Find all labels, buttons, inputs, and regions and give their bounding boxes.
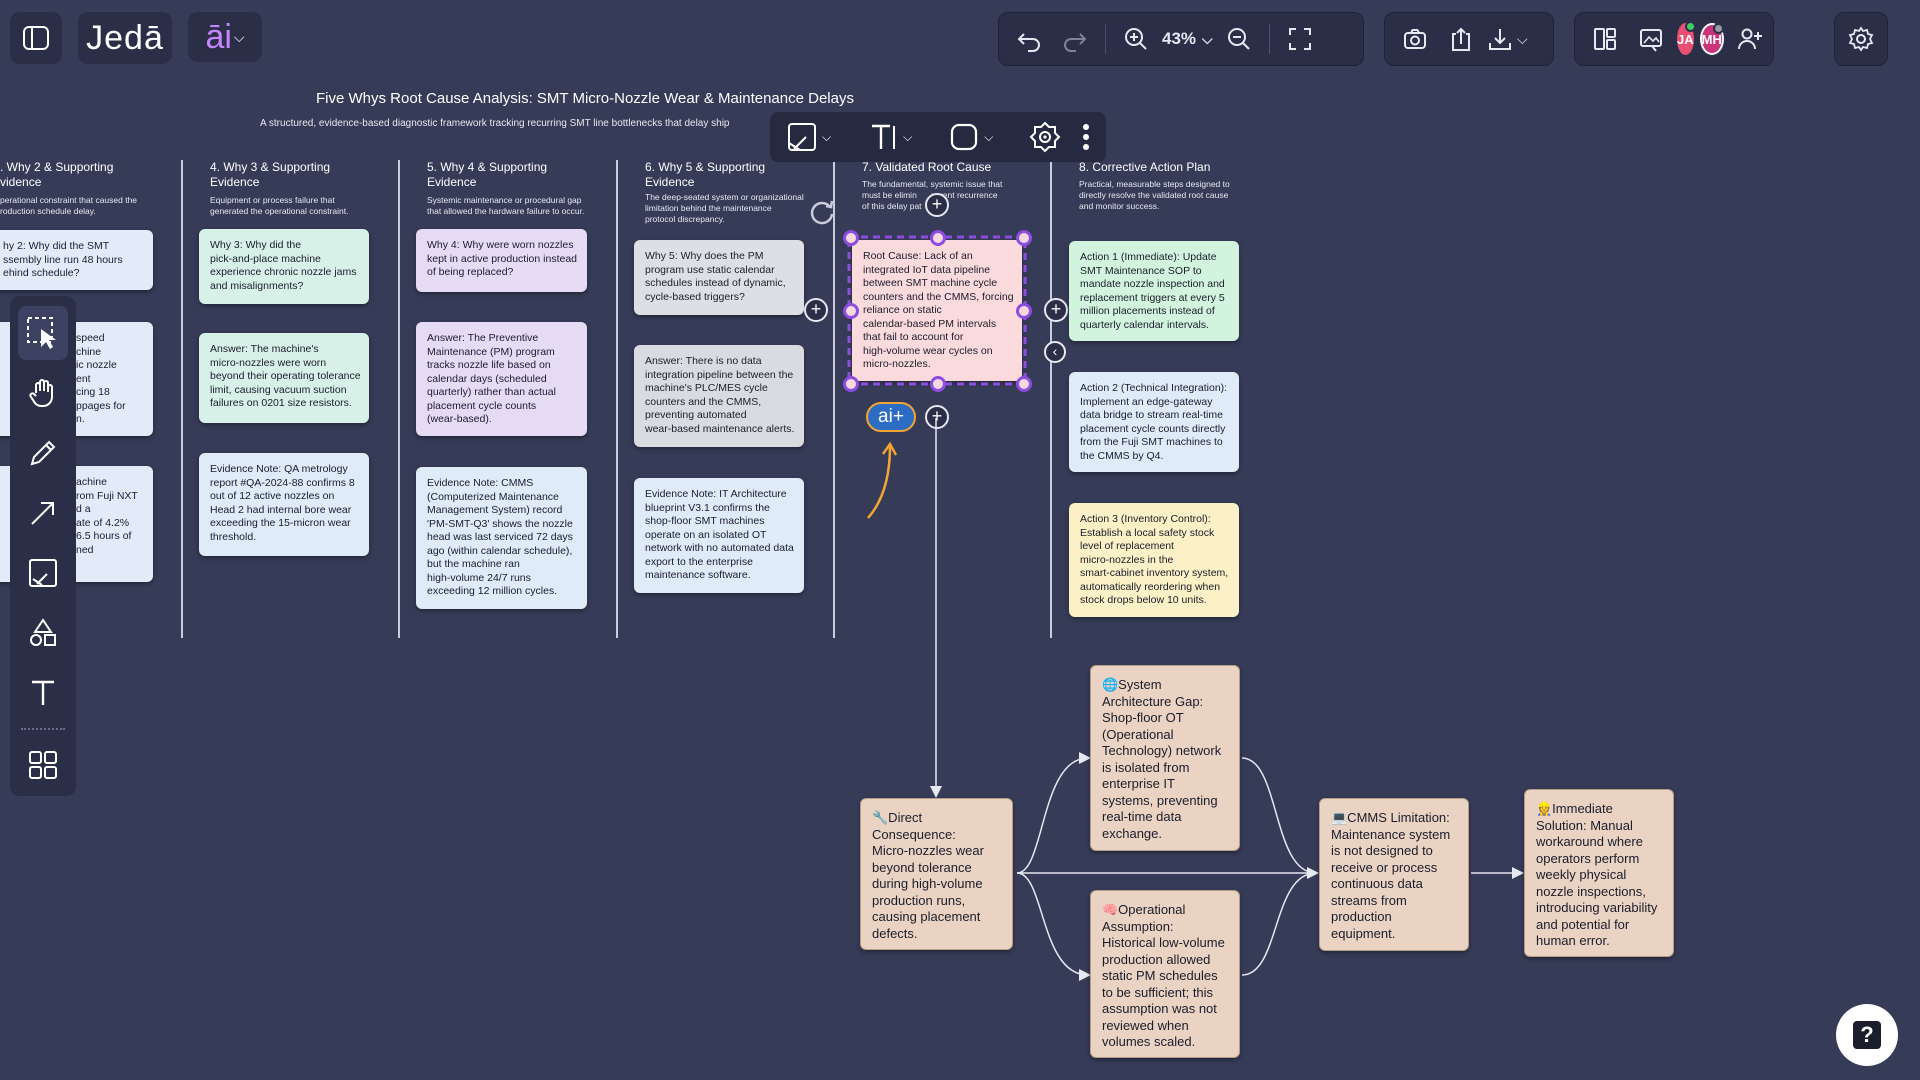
note-style-dropdown[interactable]: ⌵	[780, 117, 837, 157]
flow-node-immediate-solution[interactable]: 👷Immediate Solution: Manual workaround w…	[1524, 789, 1674, 957]
text-format-dropdown[interactable]: ⌵	[861, 117, 918, 157]
vertical-ellipsis-icon	[1083, 124, 1090, 150]
select-tool-button[interactable]	[18, 306, 68, 360]
eye-icon	[1029, 121, 1061, 153]
flow-node-cmms-limitation[interactable]: 💻CMMS Limitation: Maintenance system is …	[1319, 798, 1469, 951]
chevron-down-icon: ⌵	[984, 129, 994, 144]
visibility-button[interactable]	[1023, 117, 1067, 157]
shapes-tool-button[interactable]	[18, 606, 68, 660]
sticky-note-tool-button[interactable]	[18, 546, 68, 600]
text-tool-button[interactable]	[18, 666, 68, 720]
help-icon: ?	[1853, 1021, 1881, 1049]
pen-tool-button[interactable]	[18, 426, 68, 480]
sticky-note-icon	[29, 559, 57, 587]
text-icon	[32, 680, 54, 705]
help-button[interactable]: ?	[1836, 1004, 1898, 1066]
flow-node-operational-assumption[interactable]: 🧠Operational Assumption: Historical low-…	[1090, 890, 1240, 1058]
rounded-square-icon	[951, 123, 978, 151]
select-cursor-icon	[27, 317, 56, 349]
pencil-icon	[30, 440, 56, 466]
more-options-button[interactable]	[1075, 117, 1097, 157]
templates-tool-button[interactable]	[18, 738, 68, 792]
shapes-icon	[30, 618, 56, 646]
pan-tool-button[interactable]	[18, 366, 68, 420]
selection-context-toolbar: ⌵ ⌵ ⌵	[770, 112, 1106, 162]
shape-dropdown[interactable]: ⌵	[942, 117, 999, 157]
chevron-down-icon: ⌵	[903, 129, 913, 144]
arrow-icon	[31, 502, 54, 525]
text-icon	[872, 124, 896, 149]
grid-apps-icon	[29, 751, 57, 779]
sticky-note-icon	[788, 123, 816, 151]
flow-node-system-architecture-gap[interactable]: 🌐System Architecture Gap: Shop-floor OT …	[1090, 665, 1240, 851]
toolbar-divider	[21, 728, 65, 730]
flow-node-direct-consequence[interactable]: 🔧Direct Consequence: Micro-nozzles wear …	[860, 798, 1013, 950]
hand-icon	[29, 379, 53, 407]
chevron-down-icon: ⌵	[822, 129, 832, 144]
arrow-tool-button[interactable]	[18, 486, 68, 540]
drawing-tools-sidebar	[10, 296, 76, 796]
